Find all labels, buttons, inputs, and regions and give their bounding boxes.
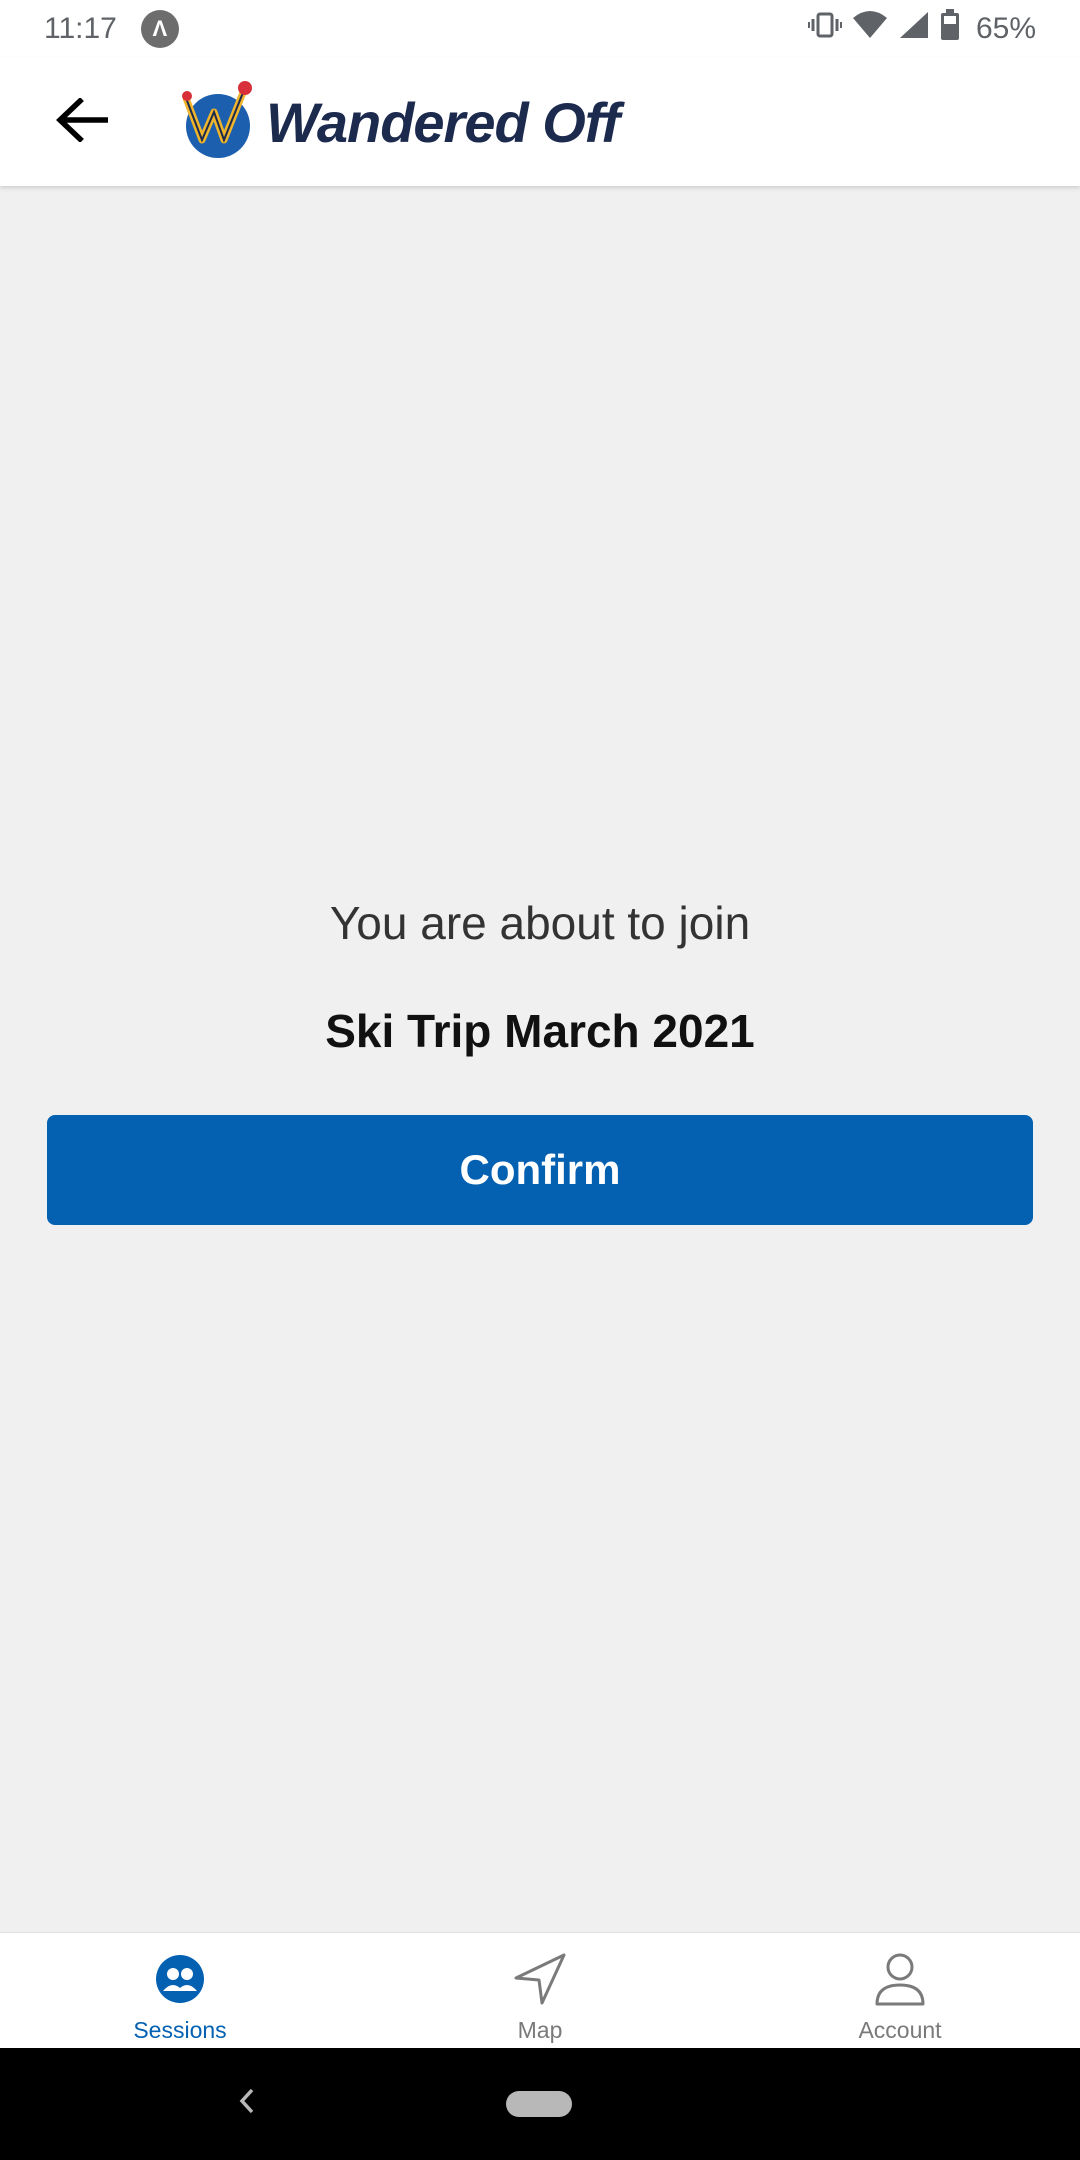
app-logo: Wandered Off (180, 78, 620, 167)
system-back-button[interactable] (222, 2078, 272, 2128)
status-icons: 65% (807, 9, 1036, 49)
tab-sessions[interactable]: Sessions (0, 1933, 360, 2048)
status-bar: 11:17 Λ 65% (0, 0, 1080, 58)
confirm-button[interactable]: Confirm (47, 1115, 1033, 1225)
session-name: Ski Trip March 2021 (325, 1005, 755, 1057)
app-bar: Wandered Off (0, 58, 1080, 186)
tab-account-label: Account (858, 2017, 942, 2043)
tab-map[interactable]: Map (360, 1933, 720, 2048)
wifi-icon (852, 10, 888, 48)
chevron-left-icon (236, 2086, 258, 2121)
system-home-button[interactable] (506, 2091, 572, 2117)
status-time: 11:17 (44, 12, 117, 45)
arrow-left-icon (56, 96, 109, 147)
logo-emblem-icon (180, 78, 264, 167)
person-icon (870, 1949, 930, 2009)
logo-text: Wandered Off (266, 90, 620, 154)
navigation-arrow-icon (510, 1949, 570, 2009)
tab-account[interactable]: Account (720, 1933, 1080, 2048)
app-notification-icon: Λ (140, 10, 179, 48)
system-nav-bar (0, 2048, 1080, 2160)
tab-map-label: Map (517, 2017, 563, 2043)
join-session-content: You are about to join Ski Trip March 202… (0, 186, 1080, 1932)
sessions-icon (150, 1949, 210, 2009)
tab-sessions-label: Sessions (133, 2017, 227, 2043)
back-button[interactable] (32, 72, 132, 172)
battery-percent: 65% (975, 12, 1036, 45)
signal-icon (898, 10, 930, 48)
battery-icon (940, 9, 960, 49)
join-prompt: You are about to join (329, 897, 751, 949)
vibrate-icon (807, 10, 842, 48)
bottom-tab-bar: Sessions Map Account (0, 1932, 1080, 2048)
